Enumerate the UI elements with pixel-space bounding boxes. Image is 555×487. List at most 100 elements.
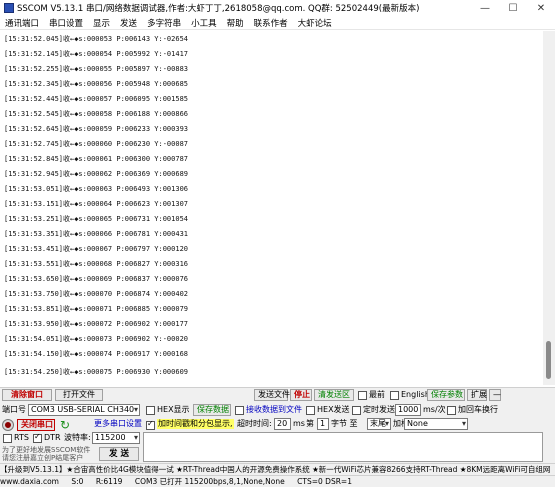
topmost-checkbox[interactable] (358, 391, 367, 400)
log-line: [15:31:52.645]收←◆s:000059 P:006233 Y:000… (4, 125, 189, 133)
sent-count: S:0 (71, 477, 84, 486)
hex-display-checkbox[interactable] (146, 406, 155, 415)
rts-checkbox[interactable] (3, 434, 12, 443)
maximize-button[interactable]: ☐ (499, 0, 527, 16)
log-line: [15:31:52.045]收←◆s:000053 P:006143 Y:-02… (4, 35, 189, 43)
add-newline-label: 加回车换行 (458, 405, 498, 414)
website-link[interactable]: www.daxia.com (0, 477, 59, 486)
window-title: SSCOM V5.13.1 串口/网络数据调试器,作者:大虾丁丁,2618058… (17, 4, 420, 14)
log-line: [15:31:53.151]收←◆s:000064 P:006623 Y:001… (4, 200, 189, 208)
log-line: [15:31:53.351]收←◆s:000066 P:006781 Y:000… (4, 230, 189, 238)
timeout-unit: ms (293, 419, 305, 428)
byte-no-input[interactable]: 1 (317, 418, 329, 430)
interval-input[interactable]: 1000 (395, 404, 421, 416)
log-line: [15:31:53.051]收←◆s:000063 P:006493 Y:001… (4, 185, 189, 193)
log-line: [15:31:52.545]收←◆s:000058 P:006188 Y:000… (4, 110, 189, 118)
log-line: [15:31:53.551]收←◆s:000068 P:006827 Y:000… (4, 260, 189, 268)
hex-send-checkbox[interactable] (306, 406, 315, 415)
log-line: [15:31:53.650]收←◆s:000069 P:006837 Y:000… (4, 275, 189, 283)
send-button[interactable]: 发 送 (99, 447, 139, 461)
menu-send[interactable]: 发送 (115, 17, 142, 29)
log-line: [15:31:53.950]收←◆s:000072 P:006902 Y:000… (4, 320, 189, 328)
more-settings-button[interactable]: 更多串口设置 (94, 419, 142, 429)
menu-help[interactable]: 帮助 (222, 17, 249, 29)
menu-multi-string[interactable]: 多字符串 (142, 17, 186, 29)
timed-send-label: 定时发送: (363, 405, 398, 414)
log-line: [15:31:53.851]收←◆s:000071 P:006885 Y:000… (4, 305, 189, 313)
log-line: [15:31:52.145]收←◆s:000054 P:005992 Y:-01… (4, 50, 189, 58)
record-icon[interactable] (3, 420, 13, 430)
menu-bar: 通讯端口 串口设置 显示 发送 多字符串 小工具 帮助 联系作者 大虾论坛 (0, 16, 555, 30)
menu-tools[interactable]: 小工具 (186, 17, 222, 29)
timestamp-checkbox[interactable] (146, 419, 155, 430)
dtr-checkbox[interactable] (33, 432, 42, 443)
menu-comm-port[interactable]: 通讯端口 (0, 17, 44, 29)
clear-send-area-button[interactable]: 清发送区 (314, 389, 354, 401)
timestamp-label: 加时间戳和分包显示, (157, 419, 234, 429)
add-newline-checkbox[interactable] (447, 406, 456, 415)
log-line: [15:31:54.250]收←◆s:000075 P:006930 Y:000… (4, 368, 189, 376)
log-line: [15:31:53.251]收←◆s:000065 P:006731 Y:001… (4, 215, 189, 223)
hex-send-label: HEX发送 (317, 405, 350, 414)
send-file-button[interactable]: 发送文件 (254, 389, 290, 401)
clear-window-button[interactable]: 清除窗口 (2, 389, 52, 401)
checksum-select[interactable]: None (404, 418, 468, 430)
menu-contact-author[interactable]: 联系作者 (249, 17, 293, 29)
promo-ticker: 【升级到V5.13.1】★合宙高性价比4G模块值得一试 ★RT-Thread中国… (0, 463, 555, 475)
expand-button[interactable]: 扩展 (467, 389, 487, 401)
timeout-label: 超时时间: (237, 419, 272, 428)
log-line: [15:31:52.255]收←◆s:000055 P:005897 Y:-00… (4, 65, 189, 73)
log-line: [15:31:53.451]收←◆s:000067 P:006797 Y:000… (4, 245, 189, 253)
promo-line-1: 为了更好地发展SSCOM软件 (2, 446, 91, 454)
log-line: [15:31:52.445]收←◆s:000057 P:006095 Y:001… (4, 95, 189, 103)
port-select[interactable]: COM3 USB-SERIAL CH340 (28, 404, 140, 416)
scrollbar-thumb[interactable] (546, 341, 551, 379)
baud-select[interactable]: 115200 (92, 432, 140, 444)
dtr-label: DTR (44, 433, 61, 442)
menu-display[interactable]: 显示 (88, 17, 115, 29)
topmost-label: 最前 (369, 390, 385, 399)
stop-button[interactable]: 停止 (290, 389, 312, 401)
close-port-button[interactable]: 关闭串口 (17, 419, 55, 431)
recv-to-file-label[interactable]: 接收数据到文件 (246, 405, 302, 415)
refresh-icon[interactable]: ↻ (60, 419, 72, 431)
byte-no-label: 第 (306, 419, 314, 428)
save-data-button[interactable]: 保存数据 (193, 404, 231, 416)
collapse-button[interactable]: — (489, 389, 501, 401)
promo-line-2: 请您注册嘉立创P结尾客户 (2, 454, 84, 462)
minimize-button[interactable]: — (471, 0, 499, 16)
end-select[interactable]: 末尾 (367, 418, 391, 430)
port-state: COM3 已打开 115200bps,8,1,None,None (134, 477, 285, 486)
log-line: [15:31:52.345]收←◆s:000056 P:005948 Y:000… (4, 80, 189, 88)
app-icon (4, 3, 14, 13)
settings-panel: 端口号 COM3 USB-SERIAL CH340 HEX显示 保存数据 接收数… (0, 402, 555, 463)
interval-unit: ms/次 (423, 405, 446, 414)
received-count: R:6119 (95, 477, 123, 486)
hex-display-label: HEX显示 (157, 405, 190, 414)
recv-to-file-checkbox[interactable] (235, 406, 244, 415)
log-line: [15:31:52.745]收←◆s:000060 P:006230 Y:-00… (4, 140, 189, 148)
timed-send-checkbox[interactable] (352, 406, 361, 415)
menu-serial-settings[interactable]: 串口设置 (44, 17, 88, 29)
rts-label: RTS (14, 433, 29, 442)
byte-unit-label: 字节 至 (331, 419, 358, 428)
baud-label: 波特率: (64, 433, 91, 442)
log-scrollbar[interactable] (543, 31, 555, 385)
timeout-input[interactable]: 20 (274, 418, 291, 430)
menu-forum[interactable]: 大虾论坛 (293, 17, 337, 29)
english-label: English (401, 390, 430, 399)
port-label: 端口号 (2, 405, 26, 414)
send-textbox[interactable] (143, 432, 543, 462)
action-toolbar: 清除窗口 打开文件 发送文件 停止 清发送区 最前 English 保存参数 扩… (0, 387, 555, 402)
log-line: [15:31:52.945]收←◆s:000062 P:006369 Y:000… (4, 170, 189, 178)
log-line: [15:31:52.845]收←◆s:000061 P:006300 Y:000… (4, 155, 189, 163)
title-bar: SSCOM V5.13.1 串口/网络数据调试器,作者:大虾丁丁,2618058… (0, 0, 555, 16)
open-file-button[interactable]: 打开文件 (55, 389, 103, 401)
receive-log[interactable]: [15:31:52.045]收←◆s:000053 P:006143 Y:-02… (0, 31, 543, 385)
close-button[interactable]: ✕ (527, 0, 555, 16)
line-state: CTS=0 DSR=1 (297, 477, 352, 486)
english-checkbox[interactable] (390, 391, 399, 400)
log-line: [15:31:54.051]收←◆s:000073 P:006902 Y:-00… (4, 335, 189, 343)
save-params-button[interactable]: 保存参数 (427, 389, 465, 401)
log-line: [15:31:54.150]收←◆s:000074 P:006917 Y:000… (4, 350, 189, 358)
